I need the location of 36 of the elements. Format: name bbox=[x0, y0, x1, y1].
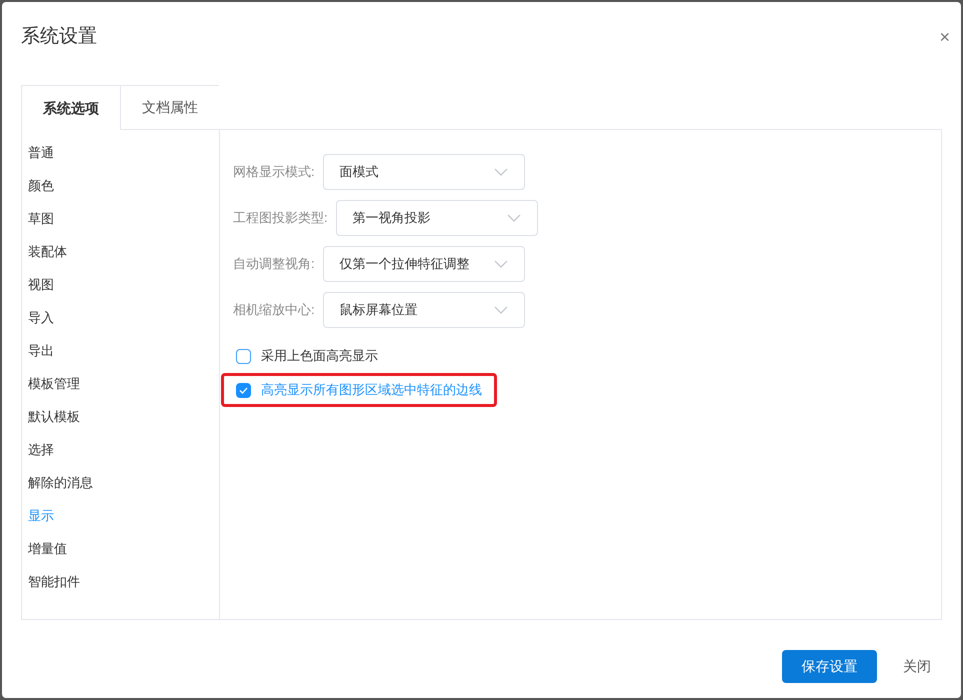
sidebar-item[interactable]: 选择 bbox=[28, 433, 219, 466]
save-button[interactable]: 保存设置 bbox=[782, 650, 877, 682]
sidebar-item[interactable]: 增量值 bbox=[28, 532, 219, 565]
sidebar-item[interactable]: 装配体 bbox=[28, 235, 219, 268]
select-field[interactable]: 仅第一个拉伸特征调整 bbox=[322, 246, 525, 282]
field-label: 相机缩放中心: bbox=[233, 301, 315, 320]
field-label: 自动调整视角: bbox=[233, 255, 315, 274]
field-label: 网格显示模式: bbox=[233, 163, 315, 182]
sidebar-item[interactable]: 导出 bbox=[28, 334, 219, 367]
select-field[interactable]: 第一视角投影 bbox=[336, 200, 538, 236]
close-text-button[interactable]: 关闭 bbox=[903, 656, 931, 676]
checkbox-label: 高亮显示所有图形区域选中特征的边线 bbox=[261, 381, 482, 400]
sidebar-item[interactable]: 解除的消息 bbox=[28, 466, 219, 499]
chevron-down-icon bbox=[494, 306, 508, 314]
sidebar-item[interactable]: 视图 bbox=[28, 268, 219, 301]
select-field[interactable]: 鼠标屏幕位置 bbox=[322, 292, 525, 328]
chevron-down-icon bbox=[494, 168, 508, 176]
sidebar-item[interactable]: 普通 bbox=[28, 136, 219, 169]
check-icon bbox=[239, 386, 248, 394]
chevron-down-icon bbox=[494, 260, 508, 268]
close-button[interactable]: × bbox=[939, 28, 950, 46]
select-field[interactable]: 面模式 bbox=[322, 154, 525, 190]
window-title: 系统设置 bbox=[21, 24, 97, 49]
tab[interactable]: 系统选项 bbox=[21, 85, 120, 130]
checkbox[interactable] bbox=[236, 382, 251, 398]
chevron-down-icon bbox=[506, 214, 521, 222]
checkbox[interactable] bbox=[236, 348, 251, 364]
sidebar-item[interactable]: 智能扣件 bbox=[28, 565, 219, 598]
sidebar-item[interactable]: 导入 bbox=[28, 301, 219, 334]
tab[interactable]: 文档属性 bbox=[120, 85, 219, 130]
sidebar-item[interactable]: 草图 bbox=[28, 202, 219, 235]
sidebar-item[interactable]: 颜色 bbox=[28, 169, 219, 202]
field-label: 工程图投影类型: bbox=[233, 209, 328, 228]
sidebar-item[interactable]: 模板管理 bbox=[28, 367, 219, 400]
checkbox-label: 采用上色面高亮显示 bbox=[261, 347, 378, 366]
sidebar-item[interactable]: 默认模板 bbox=[28, 400, 219, 433]
